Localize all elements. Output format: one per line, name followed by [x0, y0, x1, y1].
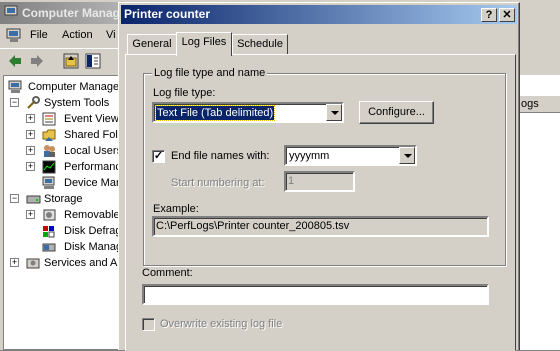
comment-label: Comment: [142, 267, 193, 279]
performance-icon [42, 160, 56, 174]
menu-file[interactable]: File [30, 29, 48, 41]
back-arrow-icon[interactable] [6, 52, 24, 70]
event-viewer-icon [42, 112, 56, 126]
expand-toggle[interactable]: + [26, 114, 35, 123]
group-title: Log file type and name [152, 67, 268, 79]
help-button[interactable]: ? [481, 8, 497, 22]
shared-folder-icon [42, 129, 56, 141]
log-file-type-value: Text File (Tab delimited) [154, 105, 276, 121]
forward-arrow-icon[interactable] [28, 52, 46, 70]
log-file-type-label: Log file type: [153, 87, 216, 99]
tools-icon [27, 96, 40, 109]
chevron-down-icon[interactable] [326, 104, 342, 121]
end-file-names-value: yyyymm [289, 150, 330, 162]
tab-log-files[interactable]: Log Files [176, 32, 232, 56]
computer-management-icon [4, 5, 18, 19]
collapse-toggle[interactable]: − [10, 98, 19, 107]
example-label: Example: [153, 203, 199, 215]
end-file-names-label[interactable]: End file names with: [171, 150, 269, 162]
checkmark-icon: ✓ [153, 150, 164, 162]
log-files-panel: Log file type and name Log file type: Te… [125, 54, 516, 351]
printer-counter-dialog: Printer counter ? ✕ General Log Files Sc… [118, 2, 520, 351]
computer-icon [6, 28, 21, 42]
end-file-names-checkbox[interactable]: ✓ [152, 150, 165, 163]
expand-toggle[interactable]: + [10, 258, 19, 267]
overwrite-checkbox [142, 318, 155, 331]
tab-schedule[interactable]: Schedule [232, 34, 288, 54]
column-header[interactable]: ogs [519, 95, 560, 113]
device-manager-icon [42, 176, 55, 189]
start-numbering-field: 1 [284, 171, 355, 192]
expand-toggle[interactable]: + [26, 146, 35, 155]
disk-management-icon [42, 243, 56, 252]
start-numbering-label: Start numbering at: [171, 177, 265, 189]
computer-icon [8, 80, 22, 93]
up-folder-icon[interactable] [62, 52, 80, 70]
expand-toggle[interactable]: + [26, 130, 35, 139]
background-right-strip [520, 0, 560, 75]
expand-toggle[interactable]: + [26, 162, 35, 171]
comment-field[interactable] [142, 284, 489, 305]
menu-action[interactable]: Action [62, 29, 93, 41]
users-icon [44, 145, 55, 157]
close-button[interactable]: ✕ [499, 8, 515, 22]
example-path-field: C:\PerfLogs\Printer counter_200805.tsv [152, 216, 489, 237]
dialog-title-bar[interactable]: Printer counter ? ✕ [121, 5, 517, 24]
background-menu-bar: File Action Vi [0, 26, 130, 46]
background-title-bar[interactable]: Computer Manag [0, 2, 130, 24]
background-toolbar [0, 48, 130, 72]
dialog-title: Printer counter [124, 7, 211, 21]
chevron-down-icon[interactable] [399, 147, 415, 164]
details-pane[interactable]: ogs [518, 75, 560, 350]
storage-icon [26, 195, 41, 204]
defrag-icon [43, 226, 55, 238]
menu-view[interactable]: Vi [106, 29, 116, 41]
configure-button[interactable]: Configure... [359, 101, 434, 124]
collapse-toggle[interactable]: − [10, 194, 19, 203]
show-hide-tree-icon[interactable] [84, 52, 102, 70]
overwrite-label: Overwrite existing log file [160, 318, 283, 330]
tab-general[interactable]: General [127, 34, 177, 54]
end-file-names-dropdown[interactable]: yyyymm [284, 145, 417, 166]
console-tree[interactable]: Computer Manage − System Tools + Event V… [3, 75, 123, 350]
log-file-type-dropdown[interactable]: Text File (Tab delimited) [152, 102, 344, 123]
removable-storage-icon [43, 209, 56, 221]
services-icon [26, 258, 40, 269]
background-window-title: Computer Manag [22, 6, 121, 20]
expand-toggle[interactable]: + [26, 210, 35, 219]
